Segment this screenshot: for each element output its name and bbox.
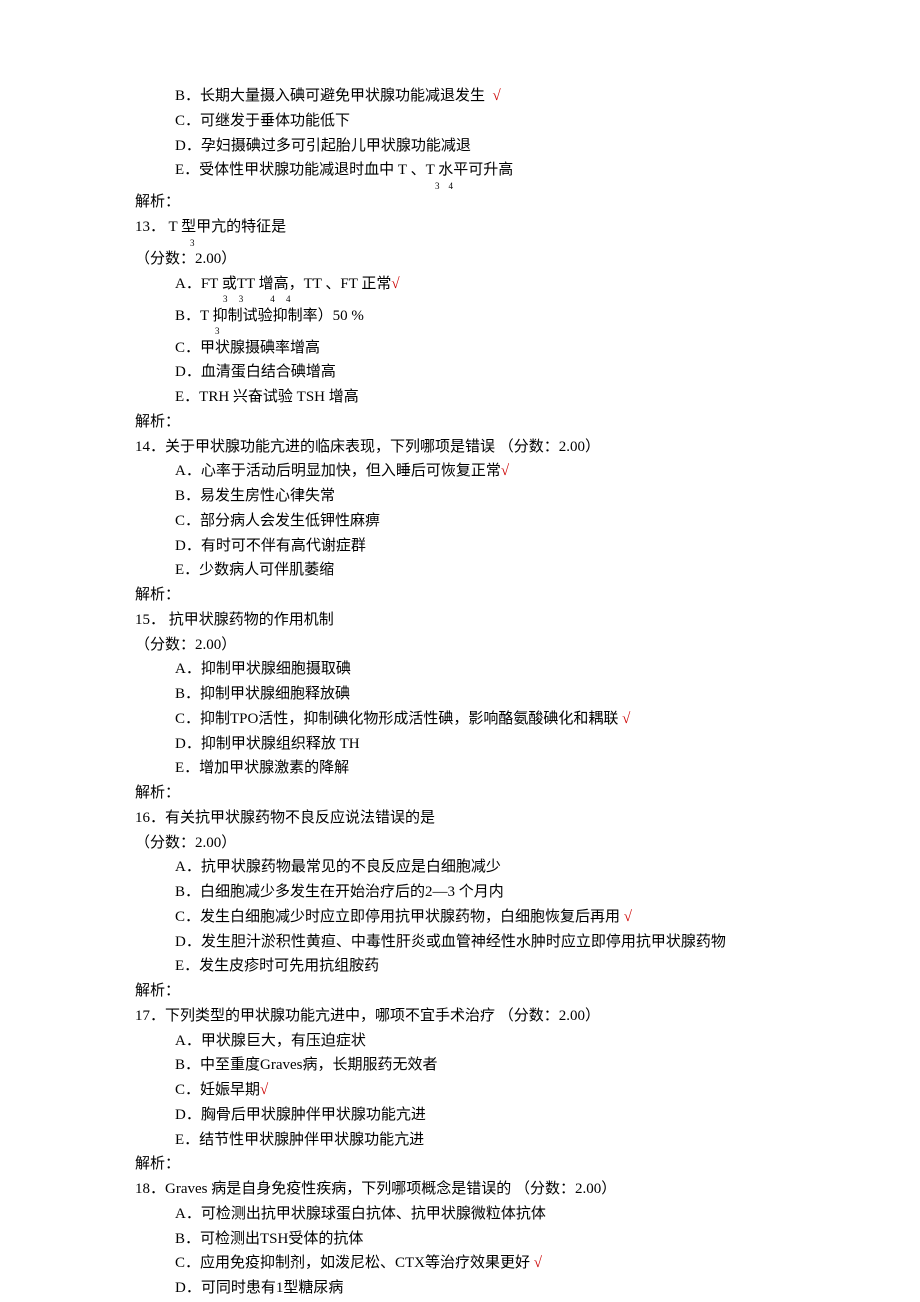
q16-score: （分数：2.00） — [135, 831, 785, 856]
q13-option-b: B．T 抑制试验抑制率）50 % — [135, 304, 785, 329]
q18-title: 18．Graves 病是自身免疫性疾病，下列哪项概念是错误的 （分数：2.00） — [135, 1177, 785, 1202]
option-text: B．长期大量摄入碘可避免甲状腺功能减退发生 — [175, 88, 493, 104]
option-text: A．心率于活动后明显加快，但入睡后可恢复正常 — [175, 463, 501, 479]
q16-option-a: A．抗甲状腺药物最常见的不良反应是白细胞减少 — [135, 855, 785, 880]
analysis-label: 解析： — [135, 583, 785, 608]
q17-option-c: C．妊娠早期√ — [135, 1078, 785, 1103]
correct-mark-icon: √ — [534, 1255, 542, 1271]
q12-option-c: C．可继发于垂体功能低下 — [135, 109, 785, 134]
q13-option-d: D．血清蛋白结合碘增高 — [135, 360, 785, 385]
option-text: C．发生白细胞减少时应立即停用抗甲状腺药物，白细胞恢复后再用 — [175, 909, 624, 925]
q16-option-b: B．白细胞减少多发生在开始治疗后的2—3 个月内 — [135, 880, 785, 905]
q16-option-c: C．发生白细胞减少时应立即停用抗甲状腺药物，白细胞恢复后再用 √ — [135, 905, 785, 930]
correct-mark-icon: √ — [391, 276, 399, 292]
correct-mark-icon: √ — [501, 463, 509, 479]
q12-option-e: E．受体性甲状腺功能减退时血中 T 、T 水平可升高 — [135, 158, 785, 183]
q16-option-e: E．发生皮疹时可先用抗组胺药 — [135, 954, 785, 979]
option-text: A．FT 或TT 增高，TT 、FT 正常 — [175, 276, 391, 292]
q18-option-d: D．可同时患有1型糖尿病 — [135, 1276, 785, 1301]
option-text: C．妊娠早期 — [175, 1082, 260, 1098]
analysis-label: 解析： — [135, 410, 785, 435]
q13-option-a-sub: 3 3 4 4 — [135, 296, 785, 303]
analysis-label: 解析： — [135, 190, 785, 215]
q13-option-a: A．FT 或TT 增高，TT 、FT 正常√ — [135, 272, 785, 297]
q15-option-b: B．抑制甲状腺细胞释放碘 — [135, 682, 785, 707]
option-text-part2: 、T 水平可升高 — [411, 162, 514, 178]
q15-option-a: A．抑制甲状腺细胞摄取碘 — [135, 657, 785, 682]
analysis-label: 解析： — [135, 1152, 785, 1177]
q14-option-e: E．少数病人可伴肌萎缩 — [135, 558, 785, 583]
option-text: C．应用免疫抑制剂，如泼尼松、CTX等治疗效果更好 — [175, 1255, 534, 1271]
q17-option-b: B．中至重度Graves病，长期服药无效者 — [135, 1053, 785, 1078]
q12-option-e-sub: 3 4 — [135, 183, 785, 190]
q15-score: （分数：2.00） — [135, 633, 785, 658]
analysis-label: 解析： — [135, 781, 785, 806]
q14-option-c: C．部分病人会发生低钾性麻痹 — [135, 509, 785, 534]
analysis-label: 解析： — [135, 979, 785, 1004]
q15-option-c: C．抑制TPO活性，抑制碘化物形成活性碘，影响酪氨酸碘化和耦联 √ — [135, 707, 785, 732]
q15-title: 15． 抗甲状腺药物的作用机制 — [135, 608, 785, 633]
q13-title: 13． T 型甲亢的特征是 — [135, 215, 785, 240]
q17-option-a: A．甲状腺巨大，有压迫症状 — [135, 1029, 785, 1054]
q13-title-sub: 3 — [135, 240, 785, 247]
q13-option-e: E．TRH 兴奋试验 TSH 增高 — [135, 385, 785, 410]
option-text: C．抑制TPO活性，抑制碘化物形成活性碘，影响酪氨酸碘化和耦联 — [175, 711, 622, 727]
correct-mark-icon: √ — [493, 88, 501, 104]
correct-mark-icon: √ — [622, 711, 630, 727]
q15-option-d: D．抑制甲状腺组织释放 TH — [135, 732, 785, 757]
q17-option-e: E．结节性甲状腺肿伴甲状腺功能亢进 — [135, 1128, 785, 1153]
q13-title-a: 13． T — [135, 219, 181, 235]
q14-option-d: D．有时可不伴有高代谢症群 — [135, 534, 785, 559]
q13-option-b-sub: 3 — [135, 328, 785, 335]
correct-mark-icon: √ — [260, 1082, 268, 1098]
q16-option-d: D．发生胆汁淤积性黄疸、中毒性肝炎或血管神经性水肿时应立即停用抗甲状腺药物 — [135, 930, 785, 955]
correct-mark-icon: √ — [624, 909, 632, 925]
q13-title-b: 型甲亢的特征是 — [181, 219, 286, 235]
q12-option-d: D．孕妇摄碘过多可引起胎儿甲状腺功能减退 — [135, 134, 785, 159]
option-text-b: 抑制试验抑制率）50 % — [213, 308, 364, 324]
q16-title: 16．有关抗甲状腺药物不良反应说法错误的是 — [135, 806, 785, 831]
q15-option-e: E．增加甲状腺激素的降解 — [135, 756, 785, 781]
q17-option-d: D．胸骨后甲状腺肿伴甲状腺功能亢进 — [135, 1103, 785, 1128]
document-page: B．长期大量摄入碘可避免甲状腺功能减退发生 √ C．可继发于垂体功能低下 D．孕… — [0, 0, 920, 1302]
content-area: B．长期大量摄入碘可避免甲状腺功能减退发生 √ C．可继发于垂体功能低下 D．孕… — [0, 84, 920, 1301]
q18-option-b: B．可检测出TSH受体的抗体 — [135, 1227, 785, 1252]
q13-option-c: C．甲状腺摄碘率增高 — [135, 336, 785, 361]
q14-title: 14．关于甲状腺功能亢进的临床表现，下列哪项是错误 （分数：2.00） — [135, 435, 785, 460]
q14-option-b: B．易发生房性心律失常 — [135, 484, 785, 509]
q18-option-c: C．应用免疫抑制剂，如泼尼松、CTX等治疗效果更好 √ — [135, 1251, 785, 1276]
q14-option-a: A．心率于活动后明显加快，但入睡后可恢复正常√ — [135, 459, 785, 484]
q18-option-a: A．可检测出抗甲状腺球蛋白抗体、抗甲状腺微粒体抗体 — [135, 1202, 785, 1227]
q13-score: （分数：2.00） — [135, 247, 785, 272]
q17-title: 17．下列类型的甲状腺功能亢进中，哪项不宜手术治疗 （分数：2.00） — [135, 1004, 785, 1029]
option-text-a: B．T — [175, 308, 213, 324]
q12-option-b: B．长期大量摄入碘可避免甲状腺功能减退发生 √ — [135, 84, 785, 109]
option-text-part1: E．受体性甲状腺功能减退时血中 T — [175, 162, 411, 178]
